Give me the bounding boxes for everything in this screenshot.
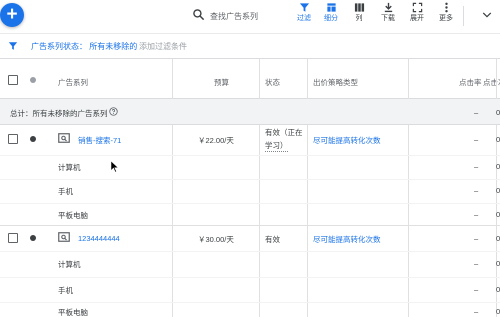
row-checkbox[interactable] (8, 134, 18, 144)
device-ctr: – (474, 259, 479, 268)
status-dot-header-icon (30, 77, 36, 83)
expand-label: 展开 (410, 15, 424, 22)
total-clicks: 0 (496, 108, 500, 117)
active-filter-chip[interactable]: 广告系列状态： 所有未移除的 (31, 41, 137, 52)
search-icon[interactable] (192, 8, 205, 21)
device-clicks: 0 (496, 186, 500, 195)
device-ctr: – (474, 307, 479, 316)
device-name: 计算机 (58, 163, 81, 172)
filter-icon[interactable] (8, 41, 18, 51)
more-icon (444, 2, 448, 13)
campaign-budget[interactable]: ￥22.00/天 (198, 135, 234, 146)
download-button[interactable]: 下载 (376, 2, 400, 23)
device-ctr: – (474, 285, 479, 294)
toolbar-divider (463, 6, 464, 26)
row-divider (0, 251, 500, 252)
row-divider (0, 203, 500, 204)
header-ctr[interactable]: 点击率 (459, 77, 482, 88)
campaign-status-detail[interactable]: 学习） (265, 140, 288, 152)
download-icon (384, 2, 392, 13)
filter-button[interactable]: 过滤 (292, 2, 316, 23)
more-button[interactable]: 更多 (434, 2, 458, 23)
bid-strategy-link[interactable]: 尽可能提高转化次数 (313, 135, 381, 146)
row-checkbox[interactable] (8, 233, 18, 243)
device-ctr: – (474, 186, 479, 195)
campaign-clicks: 0 (496, 234, 500, 243)
header-budget[interactable]: 预算 (214, 77, 229, 88)
campaign-clicks: 0 (496, 135, 500, 144)
mouse-cursor-icon (110, 160, 119, 173)
campaign-budget[interactable]: ￥30.00/天 (198, 234, 234, 245)
total-label: 总计：所有未移除的广告系列 (10, 109, 108, 118)
column-divider (259, 59, 260, 317)
device-clicks: 0 (496, 162, 500, 171)
device-name: 计算机 (58, 260, 81, 269)
device-name: 手机 (58, 187, 73, 196)
expand-icon (412, 2, 422, 13)
campaign-ctr: – (474, 135, 479, 144)
add-campaign-button[interactable]: + (0, 3, 24, 27)
column-divider (172, 59, 173, 317)
header-campaign[interactable]: 广告系列 (58, 77, 88, 88)
bid-strategy-link[interactable]: 尽可能提高转化次数 (313, 234, 381, 245)
more-label: 更多 (439, 15, 453, 22)
table-header: 广告系列 预算 状态 出价策略类型 点击率 点击次数 (0, 59, 500, 99)
row-divider (0, 277, 500, 278)
columns-button[interactable]: 列 (347, 2, 371, 23)
header-status[interactable]: 状态 (265, 77, 280, 88)
expand-button[interactable]: 展开 (405, 2, 429, 23)
total-ctr: – (474, 108, 479, 117)
device-ctr: – (474, 162, 479, 171)
filter-label: 过滤 (297, 15, 311, 22)
campaigns-table: 广告系列 预算 状态 出价策略类型 点击率 点击次数 总计：所有未移除的广告系列… (0, 58, 500, 317)
header-bid-strategy[interactable]: 出价策略类型 (313, 77, 358, 88)
search-input[interactable] (210, 9, 286, 23)
header-clicks[interactable]: 点击次数 (483, 77, 500, 88)
add-filter-link[interactable]: 添加过滤条件 (139, 41, 187, 52)
filter-bar: 广告系列状态： 所有未移除的 添加过滤条件 (0, 33, 500, 57)
segment-icon (326, 3, 336, 12)
device-clicks: 0 (496, 210, 500, 219)
row-divider (0, 302, 500, 303)
column-divider (307, 59, 308, 317)
campaign-name-link[interactable]: 1234444444 (78, 234, 120, 243)
device-clicks: 0 (496, 285, 500, 294)
search-campaign-icon (58, 232, 70, 242)
device-name: 手机 (58, 286, 73, 295)
campaign-status: 有效（正在 (265, 128, 303, 137)
chevron-down-icon[interactable] (482, 11, 492, 19)
campaign-name-link[interactable]: 销售-搜索-71 (78, 135, 121, 146)
device-ctr: – (474, 210, 479, 219)
device-name: 平板电脑 (58, 211, 88, 220)
download-label: 下载 (381, 15, 395, 22)
device-clicks: 0 (496, 307, 500, 316)
total-row: 总计：所有未移除的广告系列 – 0 (0, 99, 500, 125)
columns-icon (354, 3, 364, 12)
status-dot-icon[interactable] (30, 235, 36, 241)
search-campaign-icon (58, 133, 70, 143)
select-all-checkbox[interactable] (8, 75, 18, 85)
column-divider (408, 59, 409, 317)
help-icon[interactable] (109, 107, 118, 116)
toolbar: + 过滤 细分 列 下载 (0, 0, 500, 33)
filter-icon (299, 3, 309, 12)
campaign-ctr: – (474, 234, 479, 243)
campaign-status: 有效 (265, 235, 280, 244)
row-divider (0, 179, 500, 180)
row-divider (0, 225, 500, 226)
row-divider (0, 155, 500, 156)
device-name: 平板电脑 (58, 308, 88, 317)
segment-label: 细分 (324, 15, 338, 22)
device-clicks: 0 (496, 259, 500, 268)
columns-label: 列 (355, 15, 363, 22)
status-dot-icon[interactable] (30, 136, 36, 142)
segment-button[interactable]: 细分 (319, 2, 343, 23)
